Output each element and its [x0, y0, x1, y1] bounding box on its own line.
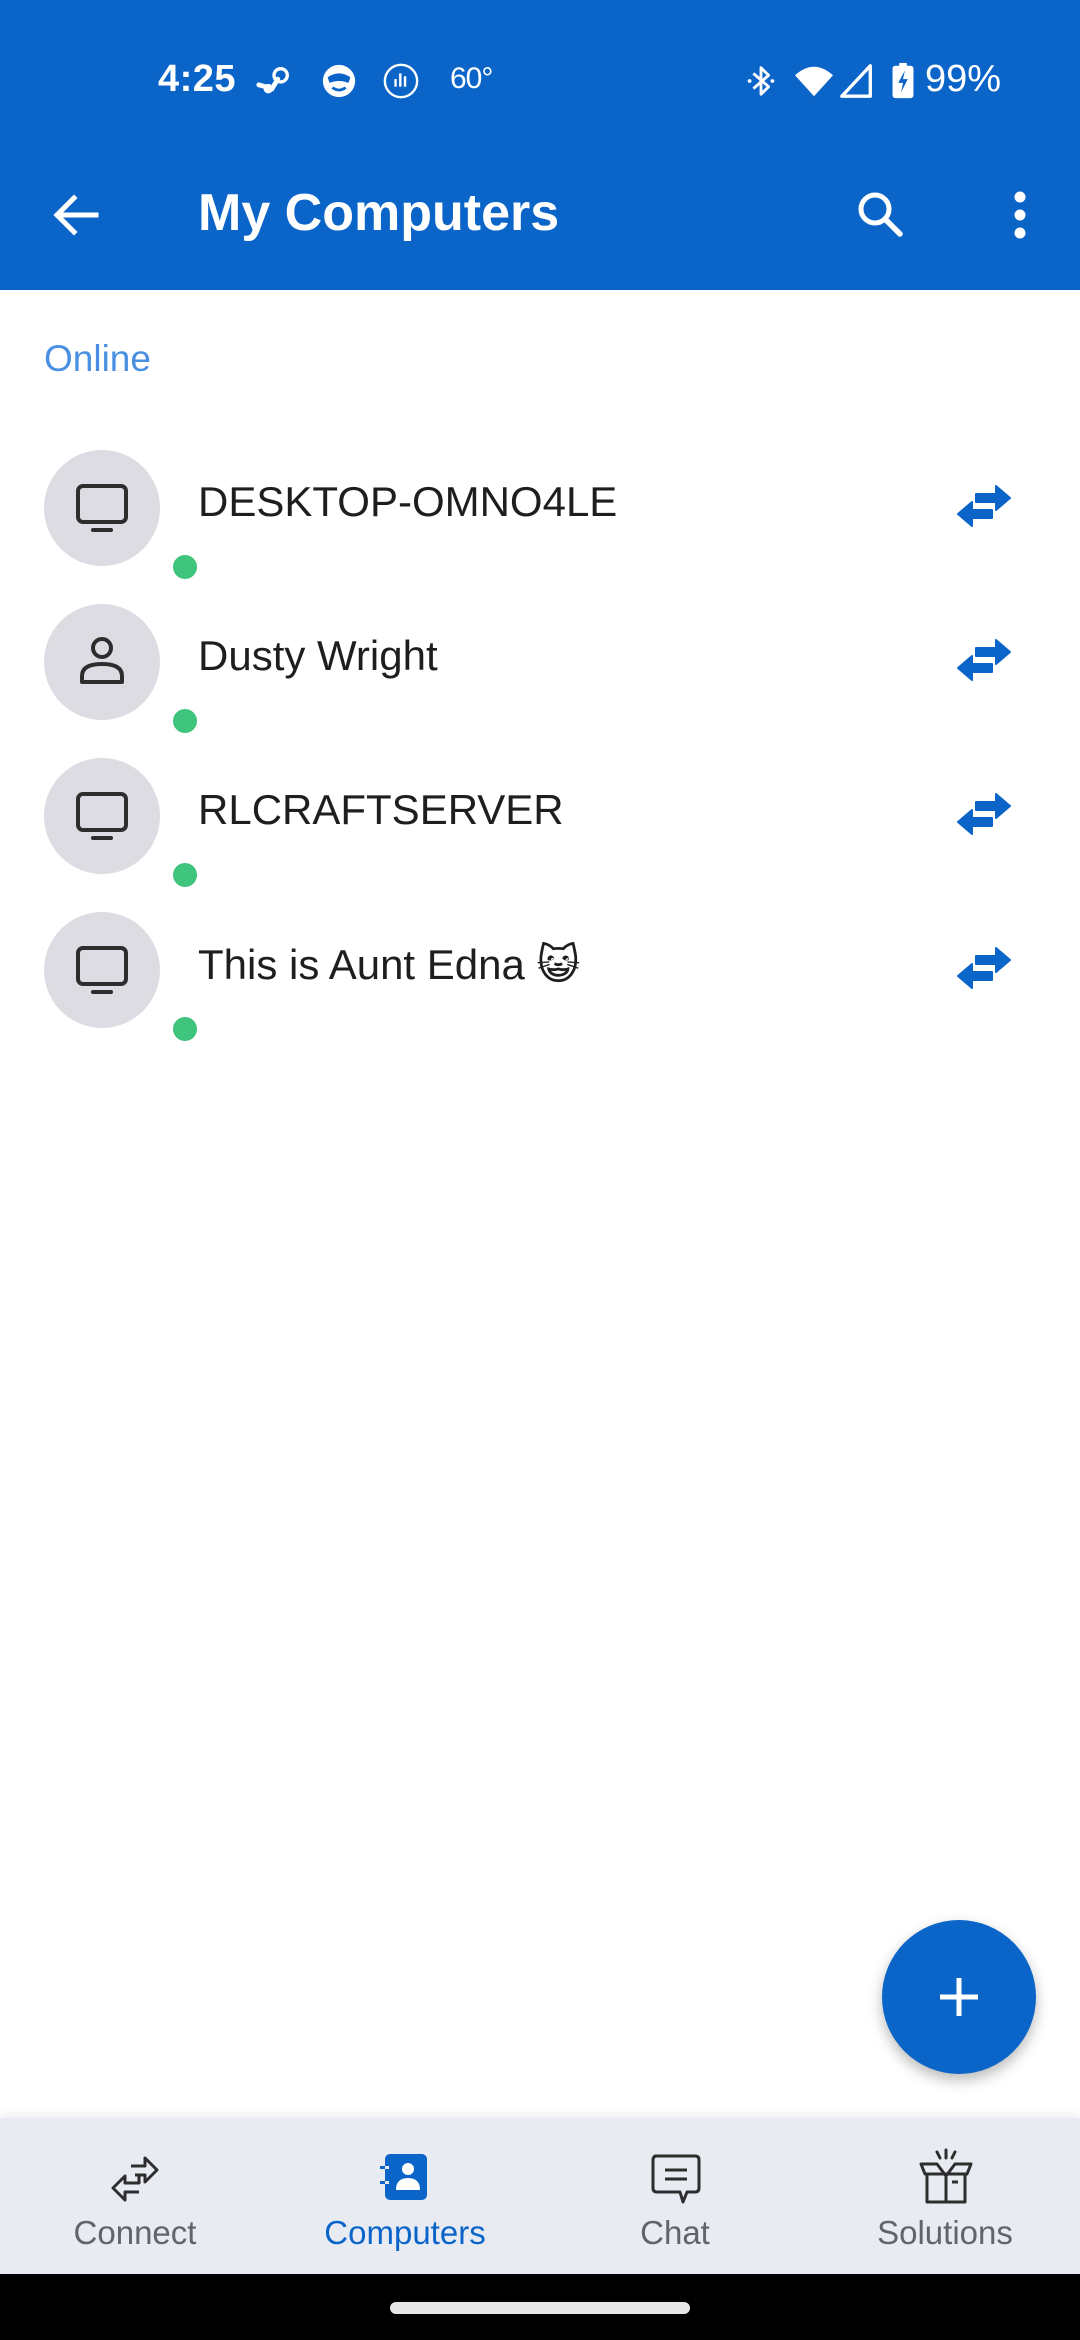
- search-icon[interactable]: [850, 185, 910, 245]
- bluetooth-icon: [747, 66, 775, 96]
- nav-label: Chat: [640, 2214, 710, 2251]
- computer-name: DESKTOP-OMNO4LE: [198, 478, 618, 525]
- computer-name: Dusty Wright: [198, 632, 438, 679]
- monitor-icon: [76, 484, 128, 532]
- app-bar: 4:25 60° 99% My Computers: [0, 0, 1080, 290]
- cellular-signal-icon: [840, 64, 872, 98]
- nav-label: Connect: [73, 2214, 197, 2251]
- connect-arrows-icon[interactable]: [952, 632, 1016, 692]
- avatar: [44, 912, 202, 1046]
- monitor-icon: [76, 792, 128, 840]
- online-status-dot: [168, 858, 202, 892]
- nav-tab-computers[interactable]: Computers: [270, 2118, 540, 2274]
- online-status-dot: [168, 550, 202, 584]
- status-temperature: 60°: [450, 62, 493, 95]
- person-icon: [80, 637, 124, 684]
- connect-arrows-icon: [111, 2156, 159, 2202]
- nav-tab-connect[interactable]: Connect: [0, 2118, 270, 2274]
- section-header-online: Online: [44, 338, 151, 379]
- wifi-icon: [795, 66, 833, 97]
- toolbar: My Computers: [0, 165, 1080, 265]
- avatar: [44, 758, 202, 892]
- open-box-icon: [919, 2148, 973, 2204]
- more-vertical-icon[interactable]: [1000, 185, 1040, 245]
- nav-tab-solutions[interactable]: Solutions: [810, 2118, 1080, 2274]
- computer-row[interactable]: RLCRAFTSERVER: [0, 738, 1080, 892]
- steam-icon: [256, 66, 289, 94]
- connect-arrows-icon[interactable]: [952, 786, 1016, 846]
- monitor-icon: [76, 946, 128, 994]
- computer-list: DESKTOP-OMNO4LE Dusty Wright RLCRAFTSERV…: [0, 430, 1080, 1046]
- computer-row[interactable]: Dusty Wright: [0, 584, 1080, 738]
- nav-label: Computers: [324, 2214, 486, 2251]
- status-bar: 4:25 60° 99%: [0, 52, 1080, 112]
- computer-name: This is Aunt Edna 😺: [198, 941, 581, 988]
- connect-arrows-icon[interactable]: [952, 940, 1016, 1000]
- plus-icon: [940, 1978, 978, 2016]
- arrow-left-icon[interactable]: [48, 185, 108, 245]
- bottom-navigation: Connect Computers Chat Solutions: [0, 2118, 1080, 2274]
- sound-bars-icon: [383, 63, 419, 99]
- online-status-dot: [168, 1012, 202, 1046]
- system-gesture-bar: [0, 2274, 1080, 2340]
- nav-label: Solutions: [877, 2214, 1013, 2251]
- online-status-dot: [168, 704, 202, 738]
- computer-row[interactable]: This is Aunt Edna 😺: [0, 892, 1080, 1046]
- home-gesture-handle[interactable]: [390, 2302, 690, 2314]
- computer-row[interactable]: DESKTOP-OMNO4LE: [0, 430, 1080, 584]
- battery-charging-icon: [892, 62, 914, 99]
- vpn-mascot-icon: [322, 64, 356, 98]
- page-title: My Computers: [198, 184, 560, 242]
- nav-tab-chat[interactable]: Chat: [540, 2118, 810, 2274]
- add-computer-button[interactable]: [882, 1920, 1036, 2074]
- avatar: [44, 604, 202, 738]
- chat-bubble-icon: [651, 2154, 701, 2204]
- contact-book-icon: [380, 2154, 427, 2200]
- battery-percent: 99%: [925, 58, 1002, 100]
- avatar: [44, 450, 202, 584]
- status-time: 4:25: [158, 58, 237, 100]
- computer-name: RLCRAFTSERVER: [198, 786, 564, 833]
- connect-arrows-icon[interactable]: [952, 478, 1016, 538]
